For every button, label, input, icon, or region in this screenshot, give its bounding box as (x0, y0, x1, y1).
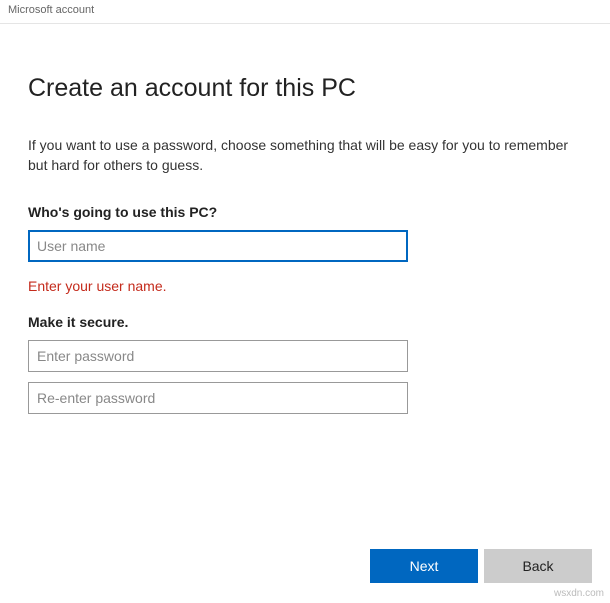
confirm-password-input[interactable] (28, 382, 408, 414)
section-label-user: Who's going to use this PC? (28, 204, 582, 220)
footer-buttons: Next Back (370, 549, 592, 583)
main-content: Create an account for this PC If you wan… (0, 24, 610, 424)
window-title: Microsoft account (8, 4, 94, 16)
next-button[interactable]: Next (370, 549, 478, 583)
password-input[interactable] (28, 340, 408, 372)
page-heading: Create an account for this PC (28, 74, 582, 103)
section-label-secure: Make it secure. (28, 314, 582, 330)
username-input[interactable] (28, 230, 408, 262)
page-description: If you want to use a password, choose so… (28, 135, 582, 176)
window-titlebar: Microsoft account (0, 0, 610, 24)
username-error: Enter your user name. (28, 278, 582, 294)
back-button[interactable]: Back (484, 549, 592, 583)
watermark: wsxdn.com (554, 588, 604, 599)
